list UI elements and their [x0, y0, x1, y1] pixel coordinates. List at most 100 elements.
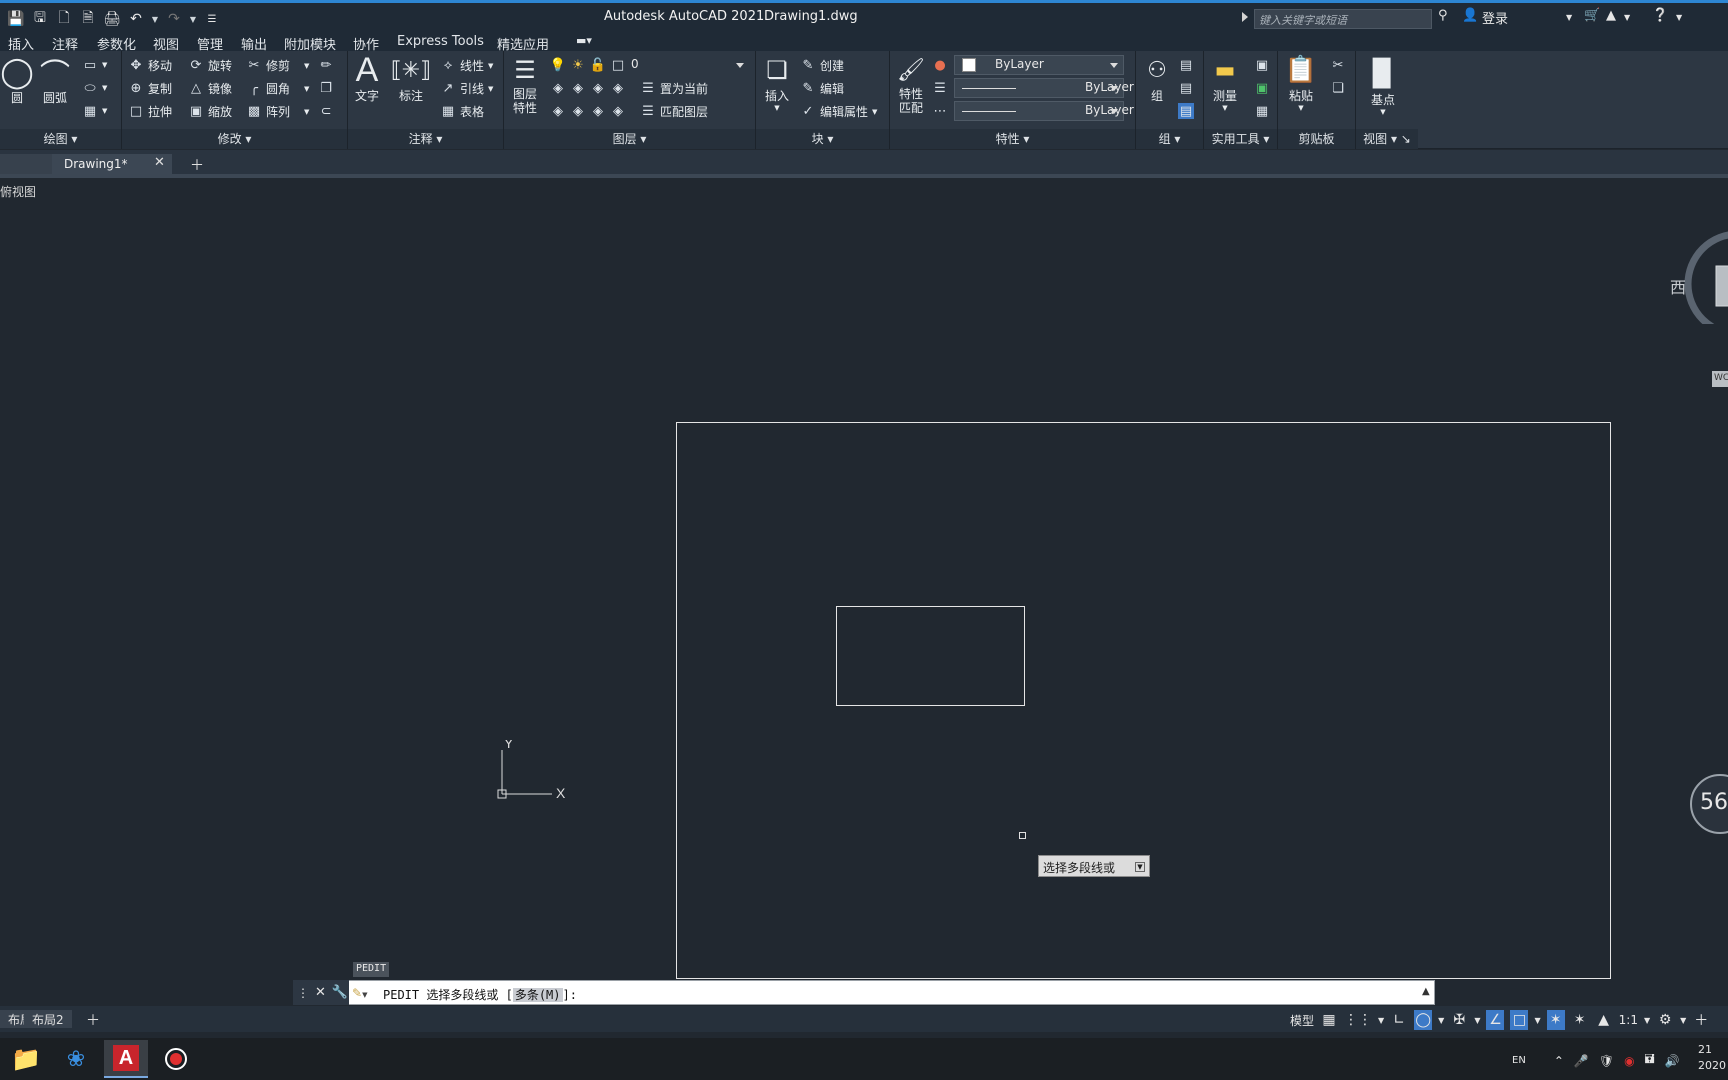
panel-title-view[interactable]: 视图 ▾ ↘	[1356, 129, 1418, 149]
array-button[interactable]: ▩ 阵列 ▼	[246, 103, 310, 120]
wrench-icon[interactable]: 🔧	[332, 985, 348, 1000]
redo-icon[interactable]: ↷	[164, 9, 184, 29]
match-properties-button[interactable]: 🖌 特性 匹配	[894, 53, 928, 116]
table-button[interactable]: ▦ 表格	[440, 103, 484, 120]
rotate-button[interactable]: ⟳ 旋转	[188, 57, 232, 74]
ortho-icon[interactable]: ∟	[1390, 1010, 1408, 1030]
model-space-button[interactable]: 模型	[1290, 1012, 1314, 1029]
save-as-icon[interactable]: 🖫	[30, 9, 50, 29]
copy-clip-button[interactable]: ❏	[1330, 80, 1346, 96]
arc-button[interactable]: ⌒ 圆弧	[38, 55, 72, 106]
shield-icon[interactable]: 🛡	[1599, 1054, 1614, 1068]
arrow-down-icon[interactable]: ▼	[1135, 862, 1145, 872]
annotation-scale-value[interactable]: 1:1	[1619, 1013, 1638, 1027]
layer-dropdown[interactable]: 0	[624, 55, 750, 75]
taskbar-clock[interactable]: 21 2020	[1698, 1042, 1726, 1074]
chevron-down-icon[interactable]: ▼	[1624, 13, 1630, 22]
customize-qat-icon[interactable]: ☰	[202, 9, 222, 29]
search-input[interactable]: 键入关键字或短语	[1254, 9, 1432, 29]
leader-button[interactable]: ↗ 引线 ▼	[440, 80, 494, 97]
tab-layout2[interactable]: 布局2	[24, 1010, 72, 1028]
chevron-down-icon[interactable]: ▼	[1474, 1016, 1480, 1025]
command-prompt-icon[interactable]: ✎▼	[352, 986, 367, 1000]
erase-button[interactable]: ✏	[318, 57, 334, 73]
annotation-scale-icon[interactable]: ▲	[1595, 1010, 1613, 1030]
cart-icon[interactable]: 🛒	[1584, 8, 1600, 23]
help-icon[interactable]: ❔	[1652, 8, 1668, 23]
trim-button[interactable]: ✂ 修剪 ▼	[246, 57, 310, 74]
chevron-down-icon[interactable]: ▼	[1438, 1016, 1444, 1025]
color-dropdown[interactable]: ByLayer	[954, 55, 1124, 75]
chevron-down-icon[interactable]: ▼	[1680, 1016, 1686, 1025]
dimension-button[interactable]: ⟦✳⟧ 标注	[391, 53, 431, 104]
chevron-down-icon[interactable]: ▼	[188, 15, 198, 24]
isodraft-icon[interactable]: ✠	[1450, 1010, 1468, 1030]
select-all-button[interactable]: ▣	[1254, 57, 1270, 73]
panel-title-draw[interactable]: 绘图 ▾	[0, 129, 121, 149]
linetype-icon[interactable]: ⋯	[932, 103, 948, 119]
copy-button[interactable]: ⊕ 复制	[128, 80, 172, 97]
open-icon[interactable]: 🗋	[54, 9, 74, 29]
offset-button[interactable]: ⊂	[318, 103, 334, 119]
inner-rectangle[interactable]	[836, 606, 1025, 706]
network-icon[interactable]: 🖬	[1645, 1050, 1655, 1071]
undo-icon[interactable]: ↶	[126, 9, 146, 29]
chevron-down-icon[interactable]: ▼	[1676, 13, 1682, 22]
match-layer-button[interactable]: ☰ 匹配图层	[640, 103, 708, 120]
edit-attributes-button[interactable]: ✓ 编辑属性 ▼	[800, 103, 878, 120]
file-explorer-button[interactable]: 📁	[4, 1040, 48, 1078]
grid-icon[interactable]: ▦	[1320, 1010, 1338, 1030]
app-button[interactable]: ❀	[54, 1040, 98, 1078]
circle-button[interactable]: ◯ 圆	[0, 55, 34, 106]
chevron-down-icon[interactable]: ▼	[1566, 13, 1572, 22]
ellipse-button[interactable]: ⬭ ▼	[82, 80, 107, 96]
user-icon[interactable]: 👤	[1462, 8, 1478, 23]
hatch-button[interactable]: ▦ ▼	[82, 103, 108, 119]
group-edit-button[interactable]: ▤	[1178, 80, 1194, 96]
group-button[interactable]: ⚇ 组	[1140, 53, 1174, 104]
wcs-menu[interactable]: WCS	[1712, 371, 1728, 387]
annotation-visibility-icon[interactable]: ✶	[1546, 1010, 1565, 1030]
volume-icon[interactable]: 🔊	[1665, 1054, 1680, 1068]
drawing-canvas[interactable]: 俯视图 Y X 选择多段线或 ▼ 西 WCS 56	[0, 178, 1728, 979]
panel-title-utilities[interactable]: 实用工具 ▾	[1204, 129, 1277, 149]
explode-button[interactable]: ❐	[318, 80, 334, 96]
record-tray-icon[interactable]: ◉	[1624, 1054, 1634, 1068]
search-icon[interactable]: ⚲	[1438, 8, 1448, 23]
chevron-down-icon[interactable]: ▼	[1378, 1016, 1384, 1025]
recorder-button[interactable]	[154, 1040, 198, 1078]
tab-express-tools[interactable]: Express Tools	[397, 34, 484, 49]
panel-title-clipboard[interactable]: 剪贴板	[1278, 129, 1355, 149]
object-snap-icon[interactable]: □	[1510, 1010, 1529, 1030]
print-icon[interactable]: 🖨	[102, 9, 122, 29]
chevron-down-icon[interactable]: ▼	[150, 15, 160, 24]
rectangle-button[interactable]: ▭ ▼	[82, 57, 108, 73]
add-layout-icon[interactable]: ＋	[86, 1010, 100, 1030]
chevron-down-icon[interactable]: ▼	[1644, 1016, 1650, 1025]
snap-icon[interactable]: ⋮⋮	[1344, 1010, 1372, 1030]
grip-icon[interactable]: ⋮	[297, 986, 309, 1000]
create-block-button[interactable]: ✎ 创建	[800, 57, 844, 74]
ribbon-minimize-icon[interactable]: ▬▾	[576, 34, 592, 47]
gear-icon[interactable]: ⚙	[1656, 1010, 1674, 1030]
text-button[interactable]: A 文字	[350, 51, 384, 104]
object-snap-tracking-icon[interactable]: ∠	[1486, 1010, 1505, 1030]
command-option-multiple[interactable]: 多条(M)	[512, 988, 563, 1002]
save-icon[interactable]: 💾	[6, 9, 26, 29]
edit-block-button[interactable]: ✎ 编辑	[800, 80, 844, 97]
language-indicator[interactable]: EN	[1512, 1055, 1526, 1066]
chevron-up-icon[interactable]: ▲	[1422, 986, 1430, 997]
polar-tracking-icon[interactable]: ◯	[1414, 1010, 1433, 1030]
microphone-icon[interactable]: 🎤	[1574, 1054, 1589, 1068]
outer-rectangle[interactable]	[676, 422, 1611, 979]
layer-tools-row2[interactable]: ◈ ◈ ◈ ◈	[550, 103, 626, 119]
set-current-layer-button[interactable]: ☰ 置为当前	[640, 80, 708, 97]
autocad-button[interactable]: A	[104, 1040, 148, 1078]
stretch-button[interactable]: □ 拉伸	[128, 103, 172, 120]
move-button[interactable]: ✥ 移动	[128, 57, 172, 74]
linear-dimension-button[interactable]: ⟡ 线性 ▼	[440, 57, 494, 74]
viewcube-west-label[interactable]: 西	[1670, 274, 1686, 298]
tab-start[interactable]	[0, 154, 52, 174]
insert-button[interactable]: ❏ 插入 ▼	[760, 53, 794, 112]
auto-scale-icon[interactable]: ✶	[1571, 1010, 1589, 1030]
